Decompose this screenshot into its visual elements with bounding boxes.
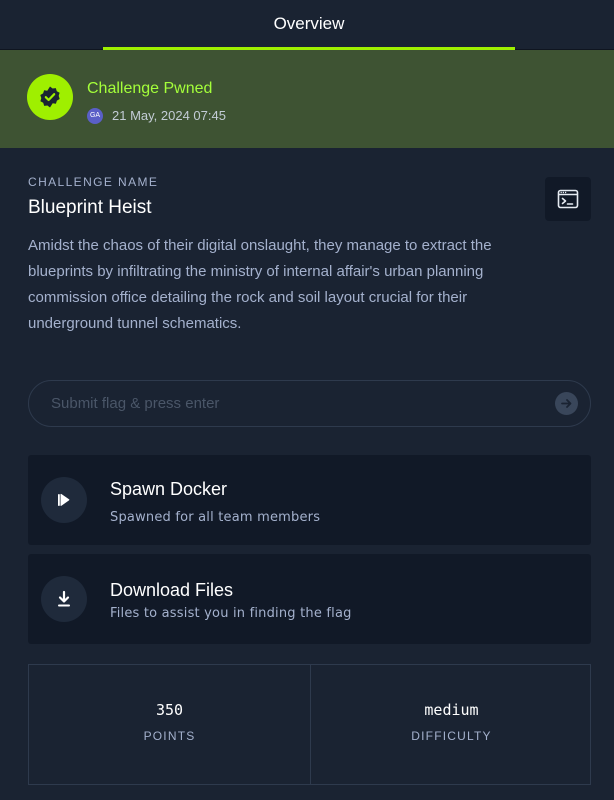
pwned-date: 21 May, 2024 07:45: [112, 108, 226, 123]
spawn-docker-title: Spawn Docker: [110, 479, 228, 499]
tab-bar: Overview: [0, 0, 614, 50]
download-icon: [41, 576, 87, 622]
challenge-name-label: CHALLENGE NAME: [28, 175, 159, 189]
avatar: GA: [87, 108, 103, 124]
spawn-docker-card[interactable]: Spawn Docker Spawned for all team member…: [28, 455, 591, 545]
pwned-title: Challenge Pwned: [87, 80, 213, 97]
terminal-window-icon: [557, 189, 579, 209]
difficulty-value: medium: [424, 701, 479, 719]
arrow-right-icon: [561, 399, 572, 408]
verified-check-icon: [27, 74, 73, 120]
submit-flag-button[interactable]: [555, 392, 578, 415]
spawn-docker-subtitle: Spawned for all team members: [110, 510, 321, 525]
points-value: 350: [155, 701, 184, 719]
tab-overview[interactable]: Overview: [103, 0, 515, 50]
difficulty-label: DIFFICULTY: [411, 729, 492, 743]
flag-input[interactable]: [51, 381, 551, 426]
challenge-description: Amidst the chaos of their digital onslau…: [28, 237, 492, 332]
download-files-card[interactable]: Download Files Files to assist you in fi…: [28, 554, 591, 644]
play-icon: [41, 477, 87, 523]
stats-divider: [310, 665, 311, 784]
flag-input-container: [28, 380, 591, 427]
download-files-subtitle: Files to assist you in finding the flag: [110, 606, 352, 621]
challenge-title: Blueprint Heist: [28, 197, 152, 218]
challenge-stats: 350 POINTS medium DIFFICULTY: [28, 664, 591, 785]
challenge-pwned-banner: Challenge Pwned GA 21 May, 2024 07:45: [0, 50, 614, 148]
download-files-title: Download Files: [110, 580, 234, 600]
terminal-button[interactable]: [545, 177, 591, 221]
points-label: POINTS: [143, 729, 196, 743]
